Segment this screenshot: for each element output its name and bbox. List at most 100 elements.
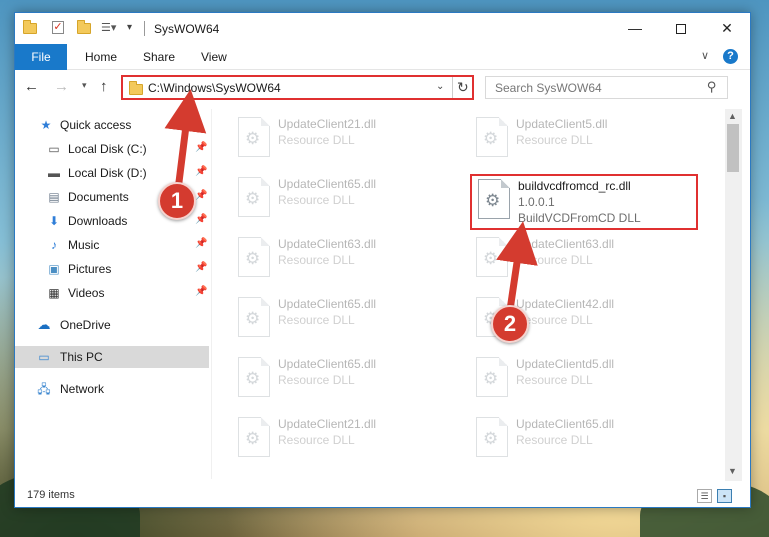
file-item[interactable]: ⚙ UpdateClient65.dll Resource DLL xyxy=(232,353,464,409)
sidebar-item-label: Local Disk (C:) xyxy=(68,142,147,156)
sidebar-item-pictures[interactable]: ▣ Pictures 📌 xyxy=(15,258,209,280)
maximize-button[interactable] xyxy=(658,13,704,44)
address-path[interactable]: C:\Windows\SysWOW64 xyxy=(148,81,281,95)
folder-icon xyxy=(129,81,143,95)
step-badge-1: 1 xyxy=(158,182,196,220)
file-item[interactable]: ⚙ UpdateClient63.dll Resource DLL xyxy=(232,233,464,289)
address-separator xyxy=(452,77,453,98)
dll-file-icon: ⚙ xyxy=(238,297,270,337)
expand-ribbon-icon[interactable]: ∨ xyxy=(701,49,709,62)
refresh-icon[interactable]: ↻ xyxy=(457,79,469,96)
sidebar-item-quick-access[interactable]: ★ Quick access xyxy=(15,114,209,136)
file-item[interactable]: ⚙ UpdateClient65.dll Resource DLL xyxy=(232,293,464,349)
tab-view[interactable]: View xyxy=(201,44,227,70)
explorer-window: ✓ ☰▾ ▾ SysWOW64 — ✕ File Home Share View… xyxy=(14,12,751,508)
pin-icon: 📌 xyxy=(195,190,208,201)
sidebar-item-local-disk-d[interactable]: ▬ Local Disk (D:) 📌 xyxy=(15,162,209,184)
file-name: UpdateClientd5.dll xyxy=(516,357,615,371)
dll-file-icon: ⚙ xyxy=(238,177,270,217)
file-item[interactable]: ⚙ UpdateClientd5.dll Resource DLL xyxy=(470,353,702,409)
sidebar-item-label: Quick access xyxy=(60,118,132,132)
network-icon: 🖧 xyxy=(37,382,51,396)
dll-file-icon: ⚙ xyxy=(238,117,270,157)
address-dropdown-icon[interactable]: ⌄ xyxy=(436,81,444,92)
dll-file-icon: ⚙ xyxy=(238,417,270,457)
file-name: UpdateClient65.dll xyxy=(278,177,377,191)
scrollbar-thumb[interactable] xyxy=(727,124,739,172)
recent-locations-icon[interactable]: ▾ xyxy=(82,80,87,91)
close-icon: ✕ xyxy=(721,20,733,36)
file-type: Resource DLL xyxy=(278,373,355,387)
scroll-down-icon[interactable]: ▼ xyxy=(728,466,737,476)
download-icon: ⬇ xyxy=(48,214,60,228)
new-folder-icon[interactable] xyxy=(77,20,91,35)
search-input[interactable]: Search SysWOW64 ⚲ xyxy=(485,76,728,99)
file-type: Resource DLL xyxy=(278,433,355,447)
drive-icon: ▬ xyxy=(48,166,60,180)
item-count: 179 items xyxy=(27,489,75,501)
sidebar-item-local-disk-c[interactable]: ▭ Local Disk (C:) 📌 xyxy=(15,138,209,160)
file-type: Resource DLL xyxy=(516,253,593,267)
address-bar[interactable]: C:\Windows\SysWOW64 ⌄ ↻ xyxy=(121,75,474,100)
minimize-button[interactable]: — xyxy=(612,13,658,44)
forward-arrow-icon[interactable]: → xyxy=(54,78,69,95)
back-arrow-icon[interactable]: ← xyxy=(24,78,39,95)
file-name: UpdateClient65.dll xyxy=(278,357,377,371)
file-item[interactable]: ⚙ UpdateClient63.dll Resource DLL xyxy=(470,233,702,289)
file-item[interactable]: ⚙ UpdateClient21.dll Resource DLL xyxy=(232,413,464,469)
pin-icon: 📌 xyxy=(195,142,208,153)
window-title: SysWOW64 xyxy=(154,22,220,36)
file-item[interactable]: ⚙ UpdateClient21.dll Resource DLL xyxy=(232,113,464,169)
close-button[interactable]: ✕ xyxy=(704,13,750,44)
details-view-icon[interactable]: ☰ xyxy=(697,489,712,503)
file-item[interactable]: ⚙ UpdateClient65.dll Resource DLL xyxy=(232,173,464,229)
scroll-up-icon[interactable]: ▲ xyxy=(728,111,737,121)
help-icon[interactable]: ? xyxy=(723,49,738,64)
music-icon: ♪ xyxy=(51,238,57,252)
computer-icon: ▭ xyxy=(38,350,50,364)
pin-icon: 📌 xyxy=(195,166,208,177)
sidebar-item-label: Downloads xyxy=(68,214,128,228)
dll-file-icon: ⚙ xyxy=(238,357,270,397)
star-icon: ★ xyxy=(40,118,52,132)
ribbon-tabs: File Home Share View ∨ ? xyxy=(15,44,750,70)
videos-icon: ▦ xyxy=(48,286,60,300)
tab-share[interactable]: Share xyxy=(143,44,175,70)
file-name: UpdateClient65.dll xyxy=(278,297,377,311)
step-badge-2: 2 xyxy=(491,305,529,343)
sidebar-item-music[interactable]: ♪ Music 📌 xyxy=(15,234,209,256)
dll-file-icon: ⚙ xyxy=(238,237,270,277)
sidebar-item-network[interactable]: 🖧 Network xyxy=(15,378,209,400)
tab-file[interactable]: File xyxy=(15,44,67,70)
vertical-scrollbar[interactable]: ▲ ▼ xyxy=(725,109,742,481)
file-name: UpdateClient21.dll xyxy=(278,117,377,131)
tiles-view-icon[interactable]: ▪ xyxy=(717,489,732,503)
sidebar-item-this-pc[interactable]: ▭ This PC xyxy=(15,346,209,368)
file-name: UpdateClient42.dll xyxy=(516,297,615,311)
file-type: Resource DLL xyxy=(278,133,355,147)
status-bar: 179 items ☰ ▪ xyxy=(15,485,750,507)
file-type: Resource DLL xyxy=(278,313,355,327)
sidebar-item-label: Pictures xyxy=(68,262,112,276)
file-type: Resource DLL xyxy=(516,133,593,147)
up-arrow-icon[interactable]: ↑ xyxy=(100,78,108,95)
maximize-icon xyxy=(676,24,686,35)
file-type: Resource DLL xyxy=(516,433,593,447)
sidebar-item-onedrive[interactable]: ☁ OneDrive xyxy=(15,314,209,336)
drive-icon: ▭ xyxy=(48,142,60,156)
folder-icon xyxy=(23,20,37,35)
tab-home[interactable]: Home xyxy=(85,44,117,70)
search-icon[interactable]: ⚲ xyxy=(707,79,717,95)
pin-icon: 📌 xyxy=(195,214,208,225)
pin-icon: 📌 xyxy=(195,238,208,249)
customize-toolbar-icon[interactable]: ☰▾ xyxy=(101,21,116,35)
file-item[interactable]: ⚙ UpdateClient65.dll Resource DLL xyxy=(470,413,702,469)
properties-icon[interactable]: ✓ xyxy=(52,21,66,35)
pin-icon: 📌 xyxy=(195,286,208,297)
navigation-pane: ★ Quick access ▭ Local Disk (C:) 📌 ▬ Loc… xyxy=(15,109,211,479)
sidebar-item-videos[interactable]: ▦ Videos 📌 xyxy=(15,282,209,304)
sidebar-item-label: Local Disk (D:) xyxy=(68,166,147,180)
file-item[interactable]: ⚙ UpdateClient5.dll Resource DLL xyxy=(470,113,702,169)
dll-file-icon: ⚙ xyxy=(476,117,508,157)
qat-dropdown-icon[interactable]: ▾ xyxy=(127,21,141,35)
